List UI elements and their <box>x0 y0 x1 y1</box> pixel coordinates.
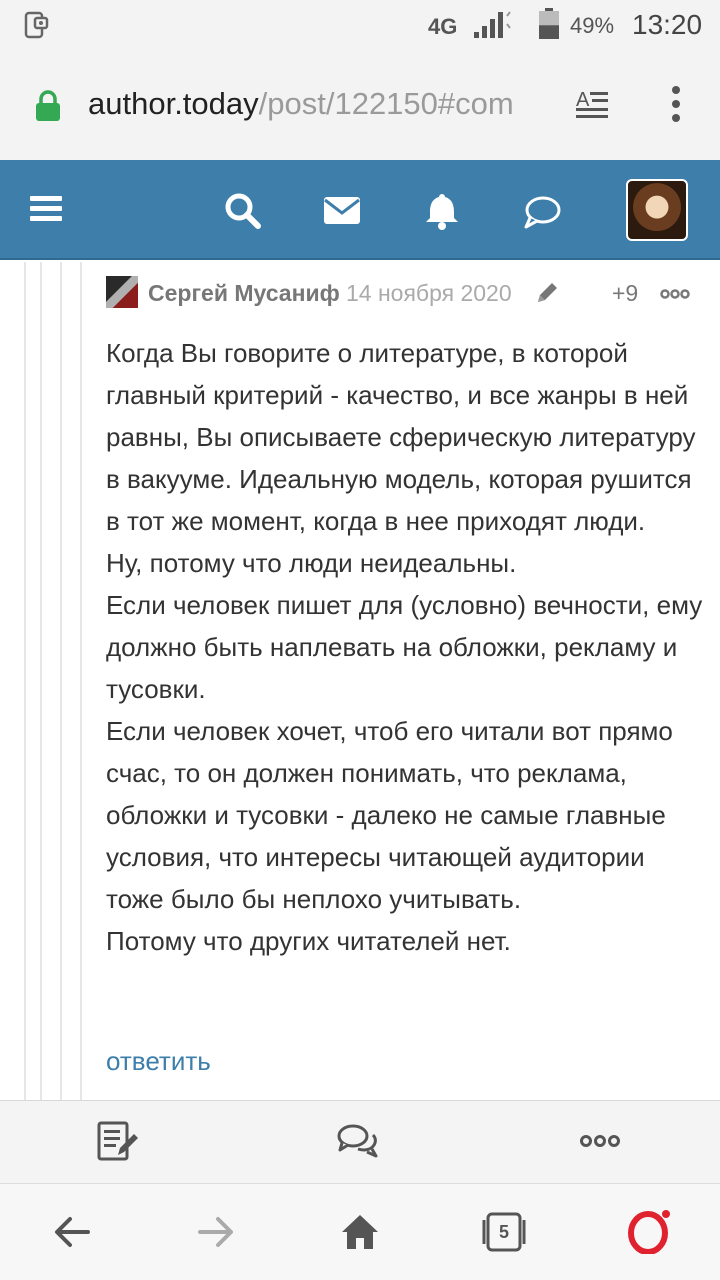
status-bar: 4G 49% 13:20 <box>0 0 720 52</box>
svg-text:A: A <box>576 89 590 111</box>
chat-bubble-icon[interactable] <box>522 190 562 230</box>
browser-navigation-bar: 5 <box>0 1184 720 1280</box>
comment-author[interactable]: Сергей Мусаниф <box>148 280 340 307</box>
network-type: 4G <box>428 14 458 39</box>
comment-rating[interactable]: +9 <box>612 280 638 307</box>
back-arrow-icon[interactable] <box>50 1210 94 1254</box>
comment-date[interactable]: 14 ноября 2020 <box>346 280 512 307</box>
thread-indent-line <box>60 262 62 1100</box>
screenshot-notification-icon <box>24 11 49 39</box>
battery-icon <box>539 8 559 39</box>
forward-arrow-icon[interactable] <box>194 1210 238 1254</box>
lock-icon <box>36 90 60 121</box>
comment-body: Когда Вы говорите о литературе, в которо… <box>106 332 706 962</box>
mail-icon[interactable] <box>322 190 362 230</box>
comment-paragraph: Потому что других читателей нет. <box>106 926 511 956</box>
user-avatar[interactable] <box>626 179 688 241</box>
comment-thread[interactable]: Сергей Мусаниф 14 ноября 2020 +9 Когда В… <box>0 262 720 1100</box>
comment-paragraph: Если человек хочет, чтоб его читали вот … <box>106 716 673 914</box>
thread-indent-line <box>24 262 26 1100</box>
reader-mode-icon[interactable]: A <box>574 86 610 122</box>
comment-paragraph: Ну, потому что люди неидеальны. <box>106 548 517 578</box>
more-icon[interactable] <box>578 1119 622 1163</box>
clock: 13:20 <box>632 9 703 40</box>
search-icon[interactable] <box>222 190 262 230</box>
thread-indent-line <box>80 262 82 1100</box>
bell-icon[interactable] <box>422 190 462 230</box>
bottom-action-bar <box>0 1100 720 1184</box>
url-field[interactable]: author.today/post/122150#com <box>88 86 514 122</box>
thread-indent-line <box>40 262 42 1100</box>
menu-kebab-icon[interactable] <box>664 84 688 124</box>
comment-paragraph: Если человек пишет для (условно) вечност… <box>106 590 703 704</box>
signal-icon <box>474 11 511 38</box>
write-post-icon[interactable] <box>96 1119 140 1163</box>
site-header: 33 <box>0 160 720 376</box>
pencil-icon[interactable] <box>534 280 560 306</box>
reply-link[interactable]: ответить <box>106 1046 211 1077</box>
home-icon[interactable] <box>338 1210 382 1254</box>
battery-percent: 49% <box>570 13 615 38</box>
comment-paragraph: Когда Вы говорите о литературе, в которо… <box>106 338 696 536</box>
more-options-icon[interactable] <box>660 288 690 300</box>
url-host: author.today <box>88 86 259 121</box>
url-path: /post/122150#com <box>258 86 514 121</box>
comment-header: Сергей Мусаниф 14 ноября 2020 +9 <box>106 276 706 310</box>
tabs-button[interactable]: 5 <box>482 1210 526 1254</box>
hamburger-menu-icon[interactable] <box>30 194 62 224</box>
author-avatar[interactable] <box>106 276 138 308</box>
tabs-count: 5 <box>498 1222 509 1242</box>
comments-icon[interactable] <box>336 1119 380 1163</box>
opera-menu-icon[interactable] <box>626 1210 670 1254</box>
address-bar: author.today/post/122150#com A <box>0 52 720 160</box>
